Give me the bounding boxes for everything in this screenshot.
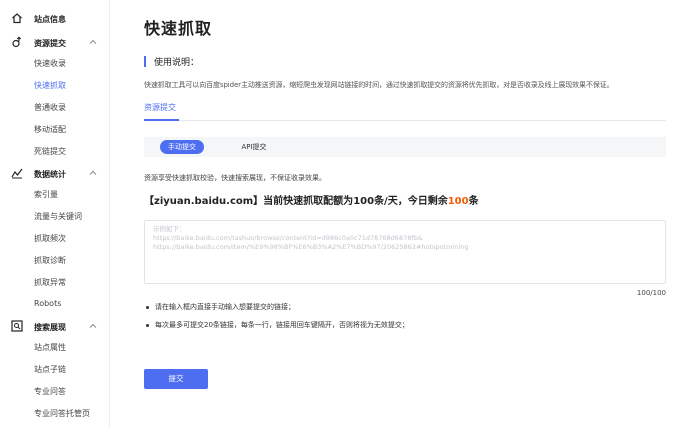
quota-middle: 条/天，今日剩余	[374, 196, 448, 207]
manual-submit-button[interactable]: 手动提交	[160, 140, 204, 154]
url-textarea[interactable]: 示例如下： https://baike.baidu.com/tashuo/bro…	[144, 220, 666, 284]
usage-heading-text: 使用说明：	[154, 58, 200, 68]
sidebar-item-index-volume[interactable]: 索引量	[34, 189, 58, 201]
chevron-up-icon[interactable]	[88, 37, 98, 47]
submit-mode-switch: 手动提交 API提交	[144, 137, 666, 157]
tab-resource-submit[interactable]: 资源提交	[144, 101, 176, 115]
sidebar-group-label: 数据统计	[34, 169, 66, 179]
page-title: 快速抓取	[144, 19, 213, 38]
home-icon	[10, 11, 24, 25]
sidebar-item-traffic-keywords[interactable]: 流量与关键词	[34, 211, 82, 223]
search-display-icon	[10, 319, 24, 333]
upload-link-icon	[10, 35, 24, 49]
sidebar-item-label: 站点信息	[34, 14, 66, 24]
sidebar-item-pro-qa-hosted[interactable]: 专业问答托管页	[34, 408, 90, 420]
sidebar-item-site-info[interactable]: 站点信息	[0, 8, 110, 30]
quota-prefix: 【ziyuan.baidu.com】当前快速抓取配额为	[144, 196, 354, 207]
sidebar-item-site-sublinks[interactable]: 站点子链	[34, 364, 66, 376]
instruction-note: 请在输入框内直接手动输入想要提交的链接；	[146, 302, 295, 312]
remaining-value: 100	[447, 196, 469, 207]
sidebar-group-data-stats[interactable]: 数据统计	[0, 163, 110, 185]
quota-status: 【ziyuan.baidu.com】当前快速抓取配额为100条/天，今日剩余10…	[144, 192, 479, 207]
sidebar-item-site-attributes[interactable]: 站点属性	[34, 342, 66, 354]
quota-value: 100	[353, 196, 375, 207]
quota-note: 资源享受快速抓取校验，快速搜索展现，不保证收录效果。	[144, 174, 326, 182]
sidebar-item-pro-qa[interactable]: 专业问答	[34, 386, 66, 398]
sidebar-item-fast-crawl[interactable]: 快速抓取	[34, 80, 66, 92]
api-submit-button[interactable]: API提交	[234, 140, 274, 154]
sidebar-item-normal-index[interactable]: 普通收录	[34, 102, 66, 114]
usage-heading: 使用说明：	[144, 56, 200, 68]
sidebar: 站点信息 资源提交 快速收录 快速抓取 普通收录 移动适配 死链提交 数据统计 …	[0, 0, 110, 427]
sidebar-group-search-display[interactable]: 搜索展现	[0, 316, 110, 338]
url-textarea-placeholder: 示例如下： https://baike.baidu.com/tashuo/bro…	[153, 225, 469, 251]
instruction-note: 每次最多可提交20条链接，每条一行，链接用回车键隔开，否则将视为无效提交；	[146, 320, 409, 330]
heading-accent-bar	[144, 56, 146, 67]
sidebar-item-mobile-adapt[interactable]: 移动适配	[34, 124, 66, 136]
quota-suffix: 条	[468, 196, 479, 207]
sidebar-item-crawl-errors[interactable]: 抓取异常	[34, 277, 66, 289]
submit-button[interactable]: 提交	[144, 369, 208, 389]
sidebar-item-robots[interactable]: Robots	[34, 298, 61, 310]
chevron-up-icon[interactable]	[88, 168, 98, 178]
sidebar-group-resource-submit[interactable]: 资源提交	[0, 32, 110, 54]
chart-icon	[10, 166, 24, 180]
sidebar-item-dead-link[interactable]: 死链提交	[34, 146, 66, 158]
line-counter: 100/100	[636, 289, 666, 297]
sidebar-item-fast-index[interactable]: 快速收录	[34, 58, 66, 70]
usage-description: 快速抓取工具可以向百度spider主动推送资源，缩短爬虫发现网站链接的时间，通过…	[144, 81, 614, 89]
tab-active-underline	[144, 119, 179, 121]
chevron-up-icon[interactable]	[88, 321, 98, 331]
tab-strip: 资源提交	[144, 101, 666, 121]
sidebar-item-crawl-frequency[interactable]: 抓取频次	[34, 233, 66, 245]
sidebar-group-label: 搜索展现	[34, 322, 66, 332]
sidebar-group-label: 资源提交	[34, 38, 66, 48]
sidebar-item-crawl-diagnosis[interactable]: 抓取诊断	[34, 255, 66, 267]
